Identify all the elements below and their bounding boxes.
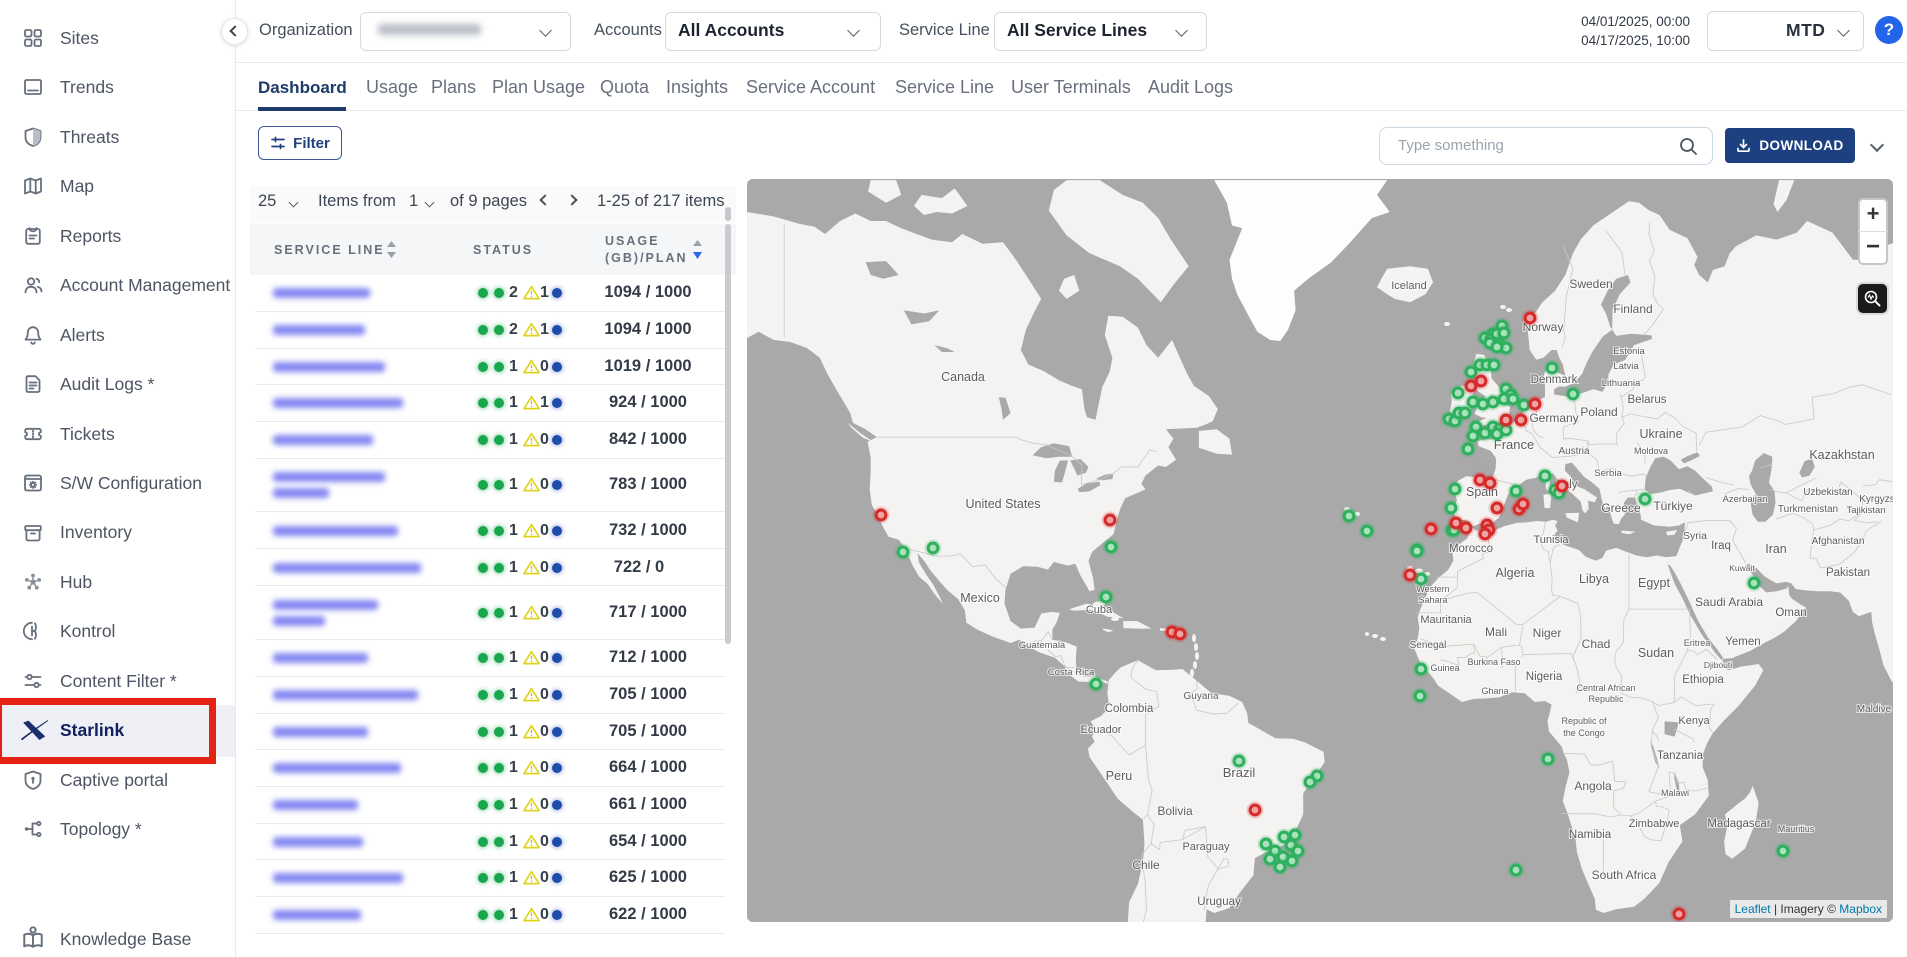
svg-text:Latvia: Latvia	[1613, 361, 1639, 372]
svg-text:Yemen: Yemen	[1725, 636, 1760, 648]
svg-text:Nigeria: Nigeria	[1526, 671, 1563, 683]
svg-text:Greece: Greece	[1601, 501, 1641, 515]
svg-text:Mexico: Mexico	[960, 591, 1000, 605]
svg-text:Costa Rica: Costa Rica	[1048, 667, 1095, 678]
svg-text:Burkina Faso: Burkina Faso	[1467, 657, 1520, 667]
svg-text:Niger: Niger	[1533, 626, 1562, 640]
svg-text:Colombia: Colombia	[1105, 703, 1154, 715]
svg-text:Cuba: Cuba	[1086, 604, 1113, 616]
svg-text:Republic: Republic	[1588, 694, 1624, 704]
svg-text:United States: United States	[965, 497, 1040, 511]
svg-text:Zimbabwe: Zimbabwe	[1629, 818, 1680, 830]
svg-text:Guyana: Guyana	[1183, 691, 1218, 702]
svg-text:Pakistan: Pakistan	[1826, 567, 1870, 579]
svg-text:Azerbaijan: Azerbaijan	[1723, 494, 1768, 505]
svg-text:Serbia: Serbia	[1594, 468, 1622, 479]
svg-text:Bolivia: Bolivia	[1157, 804, 1193, 818]
svg-text:Iran: Iran	[1765, 542, 1787, 556]
svg-text:Libya: Libya	[1579, 572, 1609, 586]
svg-text:Uruguay: Uruguay	[1197, 896, 1241, 908]
svg-text:South Africa: South Africa	[1592, 868, 1657, 882]
svg-text:Iceland: Iceland	[1391, 280, 1426, 292]
svg-text:Central African: Central African	[1576, 683, 1635, 693]
svg-text:Morocco: Morocco	[1449, 543, 1493, 555]
svg-text:Poland: Poland	[1580, 405, 1617, 419]
svg-text:Sudan: Sudan	[1638, 646, 1674, 660]
svg-text:Canada: Canada	[941, 370, 985, 384]
svg-text:Finland: Finland	[1613, 302, 1652, 316]
svg-text:Peru: Peru	[1106, 769, 1132, 783]
svg-text:Angola: Angola	[1574, 779, 1612, 793]
svg-text:Guatemala: Guatemala	[1019, 640, 1066, 651]
svg-text:Mali: Mali	[1485, 625, 1507, 639]
svg-text:Oman: Oman	[1775, 607, 1806, 619]
svg-text:Chile: Chile	[1132, 858, 1160, 872]
svg-text:Ethiopia: Ethiopia	[1682, 674, 1724, 686]
svg-text:Algeria: Algeria	[1496, 566, 1535, 580]
svg-text:Syria: Syria	[1683, 530, 1707, 542]
svg-text:Afghanistan: Afghanistan	[1812, 536, 1865, 547]
svg-text:Uzbekistan: Uzbekistan	[1803, 487, 1852, 498]
svg-text:Paraguay: Paraguay	[1182, 841, 1230, 853]
svg-text:the Congo: the Congo	[1563, 728, 1605, 738]
svg-text:Kuwait: Kuwait	[1729, 563, 1755, 573]
svg-text:Republic of: Republic of	[1561, 716, 1607, 726]
svg-text:Belarus: Belarus	[1628, 394, 1667, 406]
svg-text:Malawi: Malawi	[1661, 788, 1689, 798]
svg-text:Lithuania: Lithuania	[1602, 378, 1641, 389]
svg-text:Sweden: Sweden	[1569, 277, 1612, 291]
svg-text:Egypt: Egypt	[1638, 576, 1670, 590]
svg-text:Ghana: Ghana	[1481, 686, 1508, 696]
svg-text:Namibia: Namibia	[1569, 829, 1612, 841]
svg-text:Guinea: Guinea	[1430, 663, 1459, 673]
svg-text:Tunisia: Tunisia	[1533, 534, 1569, 546]
svg-text:Saudi Arabia: Saudi Arabia	[1695, 595, 1763, 609]
svg-text:Maldive: Maldive	[1857, 704, 1892, 715]
svg-text:Sahara: Sahara	[1418, 595, 1447, 605]
svg-text:Tajikistan: Tajikistan	[1846, 505, 1885, 516]
svg-text:Senegal: Senegal	[1410, 640, 1447, 651]
svg-text:Austria: Austria	[1558, 446, 1590, 457]
svg-text:Tanzania: Tanzania	[1657, 750, 1704, 762]
svg-text:Chad: Chad	[1582, 637, 1611, 651]
svg-text:Kazakhstan: Kazakhstan	[1809, 448, 1874, 462]
svg-text:Moldova: Moldova	[1634, 446, 1668, 456]
svg-text:Iraq: Iraq	[1711, 540, 1731, 552]
svg-text:Ecuador: Ecuador	[1081, 724, 1122, 736]
svg-text:Türkiye: Türkiye	[1653, 499, 1693, 513]
svg-text:Ukraine: Ukraine	[1639, 427, 1682, 441]
svg-text:Kyrgyzs: Kyrgyzs	[1859, 494, 1893, 505]
svg-text:Mauritania: Mauritania	[1420, 614, 1472, 626]
svg-text:Estonia: Estonia	[1613, 346, 1645, 357]
svg-text:Mauritius: Mauritius	[1778, 824, 1815, 834]
svg-text:Kenya: Kenya	[1678, 715, 1710, 727]
svg-text:Djibouti: Djibouti	[1704, 660, 1732, 670]
svg-text:Germany: Germany	[1529, 411, 1578, 425]
svg-text:Madagascar: Madagascar	[1707, 818, 1770, 830]
svg-text:Turkmenistan: Turkmenistan	[1778, 504, 1838, 515]
svg-text:Eritrea: Eritrea	[1684, 638, 1711, 648]
